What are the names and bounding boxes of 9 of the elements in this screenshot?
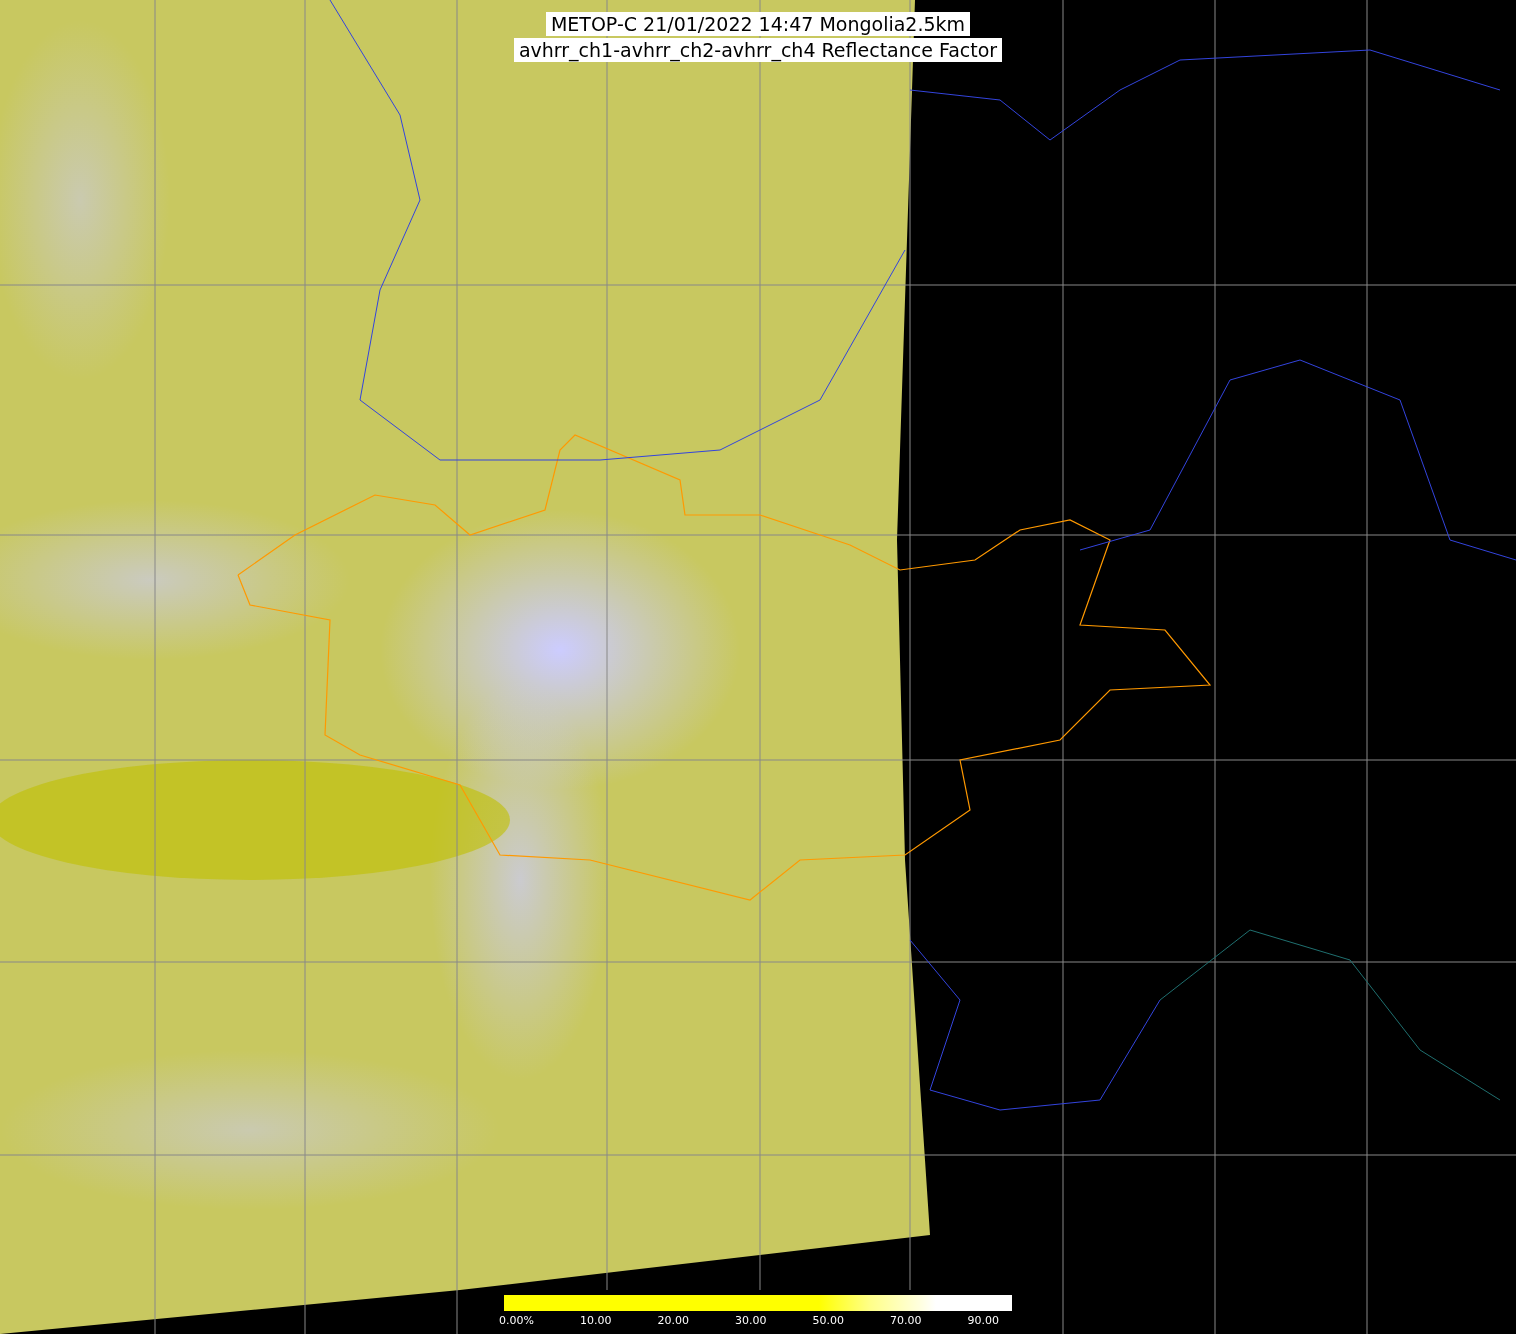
colorbar-tick-label: 10.00 (579, 1314, 612, 1327)
colorbar-tick-label: 90.00 (967, 1314, 999, 1327)
colorbar-tick-label: 20.00 (657, 1314, 689, 1327)
map-subtitle: avhrr_ch1-avhrr_ch2-avhrr_ch4 Reflectance Factor (513, 38, 1003, 62)
colorbar-tick-label: 30.00 (734, 1314, 767, 1327)
colorbar-tick-label: 0.00% (499, 1314, 534, 1327)
colorbar-tick-label: 70.00 (889, 1314, 922, 1327)
colorbar-tick-label: 50.00 (812, 1314, 844, 1327)
map-title: METOP-C 21/01/2022 14:47 Mongolia2.5km (545, 12, 971, 36)
